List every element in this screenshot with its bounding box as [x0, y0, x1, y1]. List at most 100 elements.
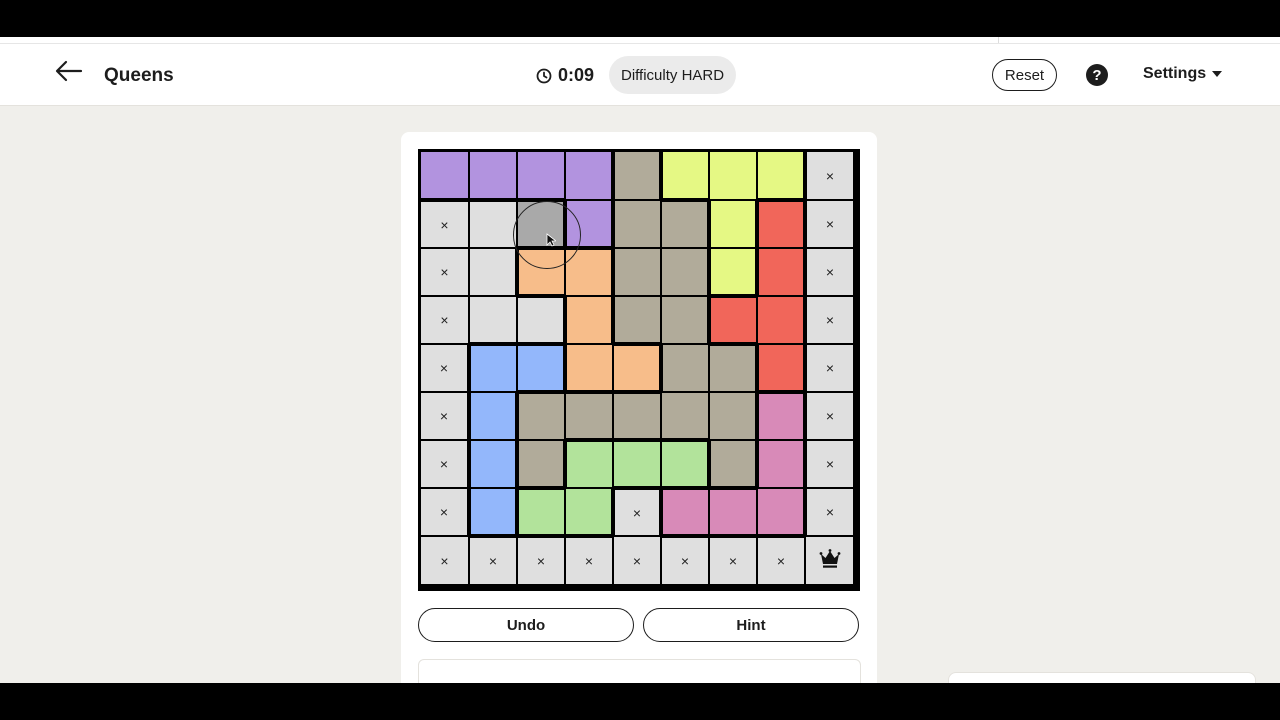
board-cell-r1-c8[interactable] — [757, 152, 805, 200]
board-cell-r3-c4[interactable] — [565, 248, 613, 296]
board-cell-r6-c2[interactable] — [469, 392, 517, 440]
board-cell-r6-c5[interactable] — [613, 392, 661, 440]
board-cell-r8-c8[interactable] — [757, 488, 805, 536]
board-cell-r8-c7[interactable] — [709, 488, 757, 536]
board-cell-r4-c2[interactable] — [469, 296, 517, 344]
board-cell-r4-c8[interactable] — [757, 296, 805, 344]
board-cell-r7-c6[interactable] — [661, 440, 709, 488]
board-cell-r2-c1[interactable]: × — [421, 200, 469, 248]
page-title: Queens — [104, 65, 174, 86]
x-mark-icon: × — [825, 360, 835, 376]
board-cell-r4-c9[interactable]: × — [805, 296, 853, 344]
board-cell-r5-c5[interactable] — [613, 344, 661, 392]
board-cell-r9-c8[interactable]: × — [757, 536, 805, 584]
board-cell-r4-c5[interactable] — [613, 296, 661, 344]
board-cell-r4-c7[interactable] — [709, 296, 757, 344]
board-cell-r3-c7[interactable] — [709, 248, 757, 296]
board-cell-r9-c9[interactable] — [805, 536, 853, 584]
board-cell-r3-c6[interactable] — [661, 248, 709, 296]
board-cell-r5-c4[interactable] — [565, 344, 613, 392]
board-cell-r7-c5[interactable] — [613, 440, 661, 488]
hint-button[interactable]: Hint — [643, 608, 859, 642]
board-cell-r6-c1[interactable]: × — [421, 392, 469, 440]
board-cell-r3-c8[interactable] — [757, 248, 805, 296]
board-cell-r9-c1[interactable]: × — [421, 536, 469, 584]
board-cell-r8-c4[interactable] — [565, 488, 613, 536]
board-cell-r7-c4[interactable] — [565, 440, 613, 488]
board-cell-r2-c7[interactable] — [709, 200, 757, 248]
board-cell-r3-c2[interactable] — [469, 248, 517, 296]
board-cell-r5-c6[interactable] — [661, 344, 709, 392]
x-mark-icon: × — [632, 552, 642, 569]
caret-down-icon — [1212, 71, 1223, 77]
board-cell-r6-c6[interactable] — [661, 392, 709, 440]
board-cell-r5-c2[interactable] — [469, 344, 517, 392]
board-cell-r9-c3[interactable]: × — [517, 536, 565, 584]
board-cell-r9-c5[interactable]: × — [613, 536, 661, 584]
board-cell-r2-c3[interactable] — [517, 200, 565, 248]
board-cell-r2-c5[interactable] — [613, 200, 661, 248]
video-letterbox-top — [0, 0, 1280, 37]
board-cell-r9-c4[interactable]: × — [565, 536, 613, 584]
board-cell-r8-c6[interactable] — [661, 488, 709, 536]
board-cell-r3-c5[interactable] — [613, 248, 661, 296]
x-mark-icon: × — [439, 456, 449, 472]
reset-button[interactable]: Reset — [992, 59, 1057, 91]
x-mark-icon: × — [440, 312, 449, 328]
board-cell-r2-c9[interactable]: × — [805, 200, 853, 248]
board-cell-r5-c8[interactable] — [757, 344, 805, 392]
board-cell-r1-c6[interactable] — [661, 152, 709, 200]
board-cell-r7-c9[interactable]: × — [805, 440, 853, 488]
board-cell-r6-c9[interactable]: × — [805, 392, 853, 440]
video-letterbox-bottom — [0, 683, 1280, 720]
board-cell-r1-c2[interactable] — [469, 152, 517, 200]
board-cell-r3-c3[interactable] — [517, 248, 565, 296]
board-cell-r9-c2[interactable]: × — [469, 536, 517, 584]
board-cell-r7-c3[interactable] — [517, 440, 565, 488]
board-cell-r7-c2[interactable] — [469, 440, 517, 488]
board-cell-r8-c9[interactable]: × — [805, 488, 853, 536]
board-cell-r2-c6[interactable] — [661, 200, 709, 248]
board-cell-r6-c8[interactable] — [757, 392, 805, 440]
board-cell-r5-c1[interactable]: × — [421, 344, 469, 392]
board-cell-r9-c7[interactable]: × — [709, 536, 757, 584]
board-cell-r5-c7[interactable] — [709, 344, 757, 392]
board-cell-r1-c5[interactable] — [613, 152, 661, 200]
board-cell-r7-c7[interactable] — [709, 440, 757, 488]
board-cell-r3-c9[interactable]: × — [805, 248, 853, 296]
board-cell-r1-c9[interactable]: × — [805, 152, 853, 200]
board-cell-r6-c3[interactable] — [517, 392, 565, 440]
help-icon[interactable]: ? — [1086, 64, 1108, 86]
board-cell-r8-c5[interactable]: × — [613, 488, 661, 536]
undo-button[interactable]: Undo — [418, 608, 634, 642]
board-cell-r1-c7[interactable] — [709, 152, 757, 200]
board-cell-r5-c3[interactable] — [517, 344, 565, 392]
board-cell-r2-c4[interactable] — [565, 200, 613, 248]
browser-strip — [0, 37, 1280, 44]
board-cell-r5-c9[interactable]: × — [805, 344, 853, 392]
board-cell-r1-c3[interactable] — [517, 152, 565, 200]
board-cell-r4-c1[interactable]: × — [421, 296, 469, 344]
x-mark-icon: × — [728, 553, 738, 569]
board-cell-r6-c4[interactable] — [565, 392, 613, 440]
board-cell-r1-c1[interactable] — [421, 152, 469, 200]
board-cell-r9-c6[interactable]: × — [661, 536, 709, 584]
board-cell-r2-c2[interactable] — [469, 200, 517, 248]
board-cell-r8-c3[interactable] — [517, 488, 565, 536]
board-cell-r2-c8[interactable] — [757, 200, 805, 248]
board-cell-r7-c1[interactable]: × — [421, 440, 469, 488]
board-cell-r4-c4[interactable] — [565, 296, 613, 344]
board-cell-r1-c4[interactable] — [565, 152, 613, 200]
board-cell-r4-c3[interactable] — [517, 296, 565, 344]
board-cell-r6-c7[interactable] — [709, 392, 757, 440]
board-cell-r7-c8[interactable] — [757, 440, 805, 488]
header-bar: Queens 0:09 Difficulty HARD Reset ? Sett… — [0, 37, 1280, 106]
board-cell-r8-c2[interactable] — [469, 488, 517, 536]
x-mark-icon: × — [825, 264, 835, 280]
x-mark-icon: × — [632, 504, 642, 521]
back-arrow-icon[interactable] — [54, 59, 84, 83]
board-cell-r4-c6[interactable] — [661, 296, 709, 344]
settings-menu[interactable]: Settings — [1143, 65, 1223, 83]
board-cell-r3-c1[interactable]: × — [421, 248, 469, 296]
board-cell-r8-c1[interactable]: × — [421, 488, 469, 536]
